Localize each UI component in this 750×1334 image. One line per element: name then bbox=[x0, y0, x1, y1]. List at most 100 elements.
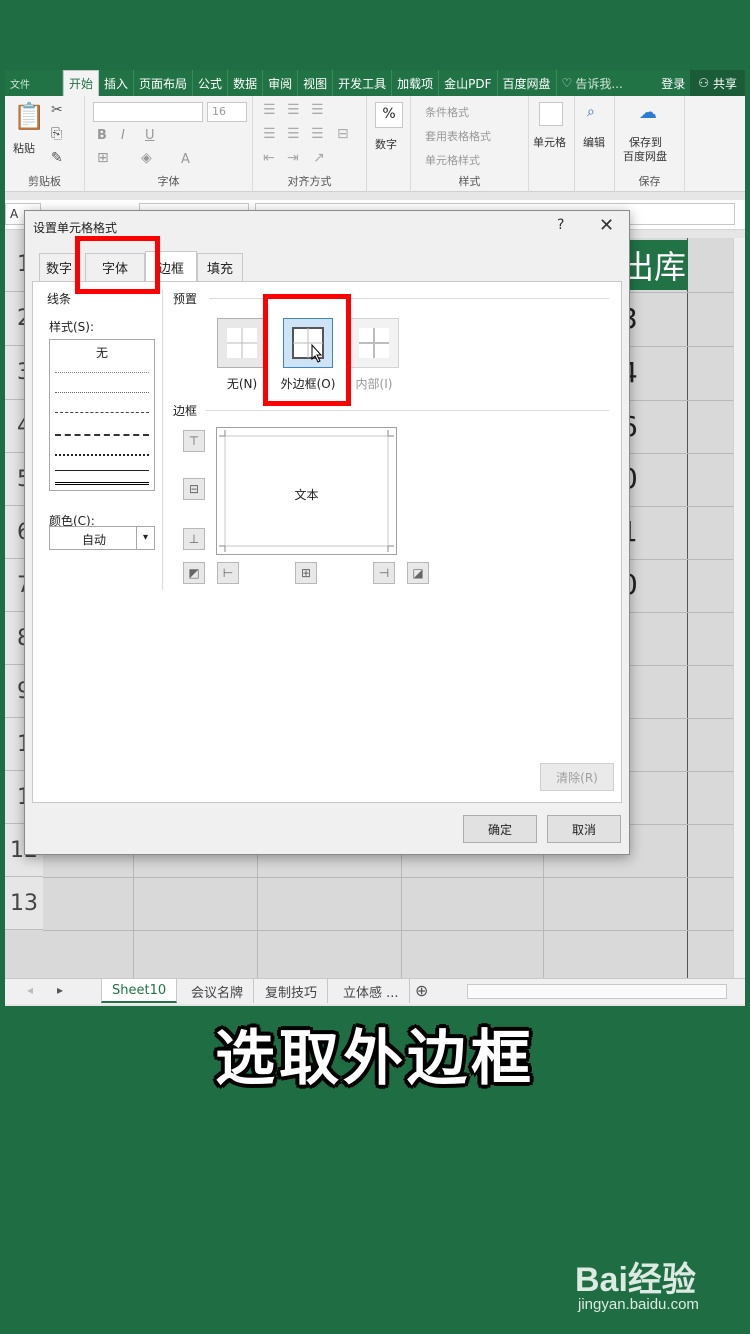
horizontal-scrollbar[interactable] bbox=[467, 984, 727, 999]
next-sheet-arrow[interactable]: ▸ bbox=[57, 983, 63, 997]
baidu-pan-icon[interactable]: ☁ bbox=[639, 102, 657, 123]
cells-icon[interactable] bbox=[539, 102, 563, 126]
group-clipboard: 📋 粘贴 ✂ ⎘ ✎ 剪贴板 bbox=[5, 96, 85, 192]
preset-none-label: 无(N) bbox=[226, 377, 258, 391]
merge-icon[interactable]: ⊟ bbox=[337, 126, 349, 142]
close-icon[interactable]: ✕ bbox=[599, 215, 614, 236]
color-select[interactable]: 自动 ▾ bbox=[49, 526, 155, 550]
tab-fill[interactable]: 填充 bbox=[197, 253, 243, 281]
group-styles: 条件格式 套用表格格式 单元格样式 样式 bbox=[411, 96, 529, 192]
save-to-line2[interactable]: 百度网盘 bbox=[623, 148, 667, 164]
cell-styles-button[interactable]: 单元格样式 bbox=[425, 152, 480, 168]
font-size-select[interactable]: 16 bbox=[207, 102, 247, 122]
borders-icon[interactable]: ⊞ bbox=[97, 150, 109, 166]
align-center-icon[interactable]: ☰ bbox=[287, 126, 300, 142]
border-left-button[interactable]: ⊢ bbox=[217, 562, 239, 584]
header-cell[interactable]: 出库 bbox=[620, 240, 688, 290]
lightbulb-icon: ♡ bbox=[561, 76, 573, 90]
group-cells: 单元格 bbox=[529, 96, 575, 192]
border-preview[interactable]: 文本 bbox=[216, 427, 397, 555]
align-middle-icon[interactable]: ☰ bbox=[287, 102, 300, 118]
tab-developer[interactable]: 开发工具 bbox=[333, 70, 393, 96]
preset-inside-button[interactable] bbox=[349, 318, 399, 368]
underline-button[interactable]: U bbox=[145, 128, 155, 143]
font-color-button[interactable]: A bbox=[181, 152, 190, 167]
cancel-button[interactable]: 取消 bbox=[547, 815, 621, 843]
line-style-dotted[interactable] bbox=[55, 372, 149, 373]
cut-icon[interactable]: ✂ bbox=[51, 102, 63, 118]
paste-icon[interactable]: 📋 bbox=[13, 102, 45, 132]
border-right-button[interactable]: ⊣ bbox=[373, 562, 395, 584]
copy-icon[interactable]: ⎘ bbox=[51, 126, 62, 142]
tab-baidu-pan[interactable]: 百度网盘 bbox=[498, 70, 557, 96]
tab-number[interactable]: 数字 bbox=[39, 253, 79, 281]
tab-formulas[interactable]: 公式 bbox=[193, 70, 229, 96]
line-style-none[interactable]: 无 bbox=[50, 344, 154, 361]
format-as-table-button[interactable]: 套用表格格式 bbox=[425, 128, 491, 144]
sheet-tab-copy-tips[interactable]: 复制技巧 bbox=[255, 979, 329, 1003]
tab-addins[interactable]: 加载项 bbox=[392, 70, 440, 96]
border-top-button[interactable]: ⊤ bbox=[183, 430, 205, 452]
sheet-tab-name-cards[interactable]: 会议名牌 bbox=[181, 979, 255, 1003]
alignment-group-label: 对齐方式 bbox=[287, 175, 332, 188]
line-style-medium-dot[interactable] bbox=[55, 454, 149, 456]
tab-data[interactable]: 数据 bbox=[228, 70, 264, 96]
ribbon-body: 📋 粘贴 ✂ ⎘ ✎ 剪贴板 16 B I U ⊞ ◈ A 字体 ☰ ☰ ☰ ☰… bbox=[5, 96, 745, 192]
color-value: 自动 bbox=[82, 533, 107, 547]
tell-me-search[interactable]: ♡ 告诉我... bbox=[557, 70, 628, 96]
border-diagonal-down-button[interactable]: ◪ bbox=[407, 562, 429, 584]
line-style-thin[interactable] bbox=[55, 470, 149, 471]
bold-button[interactable]: B bbox=[97, 128, 107, 143]
line-style-double[interactable] bbox=[55, 482, 149, 485]
number-format-label[interactable]: 数字 bbox=[375, 136, 397, 152]
align-right-icon[interactable]: ☰ bbox=[311, 126, 324, 142]
chevron-down-icon: ▾ bbox=[136, 527, 154, 549]
help-icon[interactable]: ? bbox=[557, 217, 564, 233]
line-style-medium-dash[interactable] bbox=[55, 434, 149, 436]
caption-text: 选取外边框 bbox=[215, 1024, 535, 1094]
tab-review[interactable]: 审阅 bbox=[263, 70, 299, 96]
align-bottom-icon[interactable]: ☰ bbox=[311, 102, 324, 118]
cells-label[interactable]: 单元格 bbox=[533, 134, 566, 150]
align-top-icon[interactable]: ☰ bbox=[263, 102, 276, 118]
percent-icon[interactable]: % bbox=[375, 102, 403, 128]
increase-indent-icon[interactable]: ⇥ bbox=[287, 150, 299, 166]
tab-home[interactable]: 开始 bbox=[63, 70, 100, 96]
group-editing: ⌕ 编辑 bbox=[575, 96, 615, 192]
ok-button[interactable]: 确定 bbox=[463, 815, 537, 843]
fill-color-icon[interactable]: ◈ bbox=[141, 150, 152, 166]
align-left-icon[interactable]: ☰ bbox=[263, 126, 276, 142]
prev-sheet-arrow[interactable]: ◂ bbox=[27, 983, 33, 997]
paste-label[interactable]: 粘贴 bbox=[13, 140, 35, 156]
tab-view[interactable]: 视图 bbox=[298, 70, 334, 96]
format-painter-icon[interactable]: ✎ bbox=[51, 150, 63, 166]
row-header[interactable]: 13 bbox=[5, 877, 43, 930]
login-button[interactable]: 登录 bbox=[656, 70, 690, 96]
editing-label[interactable]: 编辑 bbox=[583, 134, 605, 150]
border-bottom-button[interactable]: ⊥ bbox=[183, 528, 205, 550]
baidu-jingyan-logo: Bai经验 bbox=[575, 1261, 696, 1299]
border-center-button[interactable]: ⊞ bbox=[295, 562, 317, 584]
share-button[interactable]: ⚇ 共享 bbox=[690, 70, 745, 96]
decrease-indent-icon[interactable]: ⇤ bbox=[263, 150, 275, 166]
search-icon[interactable]: ⌕ bbox=[587, 104, 595, 120]
line-style-dash-dot[interactable] bbox=[55, 412, 149, 413]
orientation-icon[interactable]: ↗ bbox=[313, 150, 325, 166]
sheet-tab-3d[interactable]: 立体感 ... bbox=[333, 979, 410, 1003]
clear-button[interactable]: 清除(R) bbox=[540, 763, 614, 791]
vertical-scrollbar[interactable] bbox=[733, 238, 745, 978]
preset-none-button[interactable] bbox=[217, 318, 267, 368]
tab-insert[interactable]: 插入 bbox=[99, 70, 135, 96]
italic-button[interactable]: I bbox=[121, 128, 125, 143]
border-diagonal-up-button[interactable]: ◩ bbox=[183, 562, 205, 584]
conditional-format-button[interactable]: 条件格式 bbox=[425, 104, 469, 120]
tab-file[interactable]: 文件 bbox=[5, 70, 63, 96]
sheet-tab-sheet10[interactable]: Sheet10 bbox=[101, 979, 178, 1003]
tab-wps-pdf[interactable]: 金山PDF bbox=[439, 70, 498, 96]
font-name-select[interactable] bbox=[93, 102, 203, 122]
add-sheet-icon[interactable]: ⊕ bbox=[415, 981, 428, 1000]
border-middle-button[interactable]: ⊟ bbox=[183, 478, 205, 500]
line-style-fine-dot[interactable] bbox=[55, 392, 149, 393]
line-style-list[interactable]: 无 bbox=[49, 339, 155, 491]
tab-page-layout[interactable]: 页面布局 bbox=[134, 70, 194, 96]
